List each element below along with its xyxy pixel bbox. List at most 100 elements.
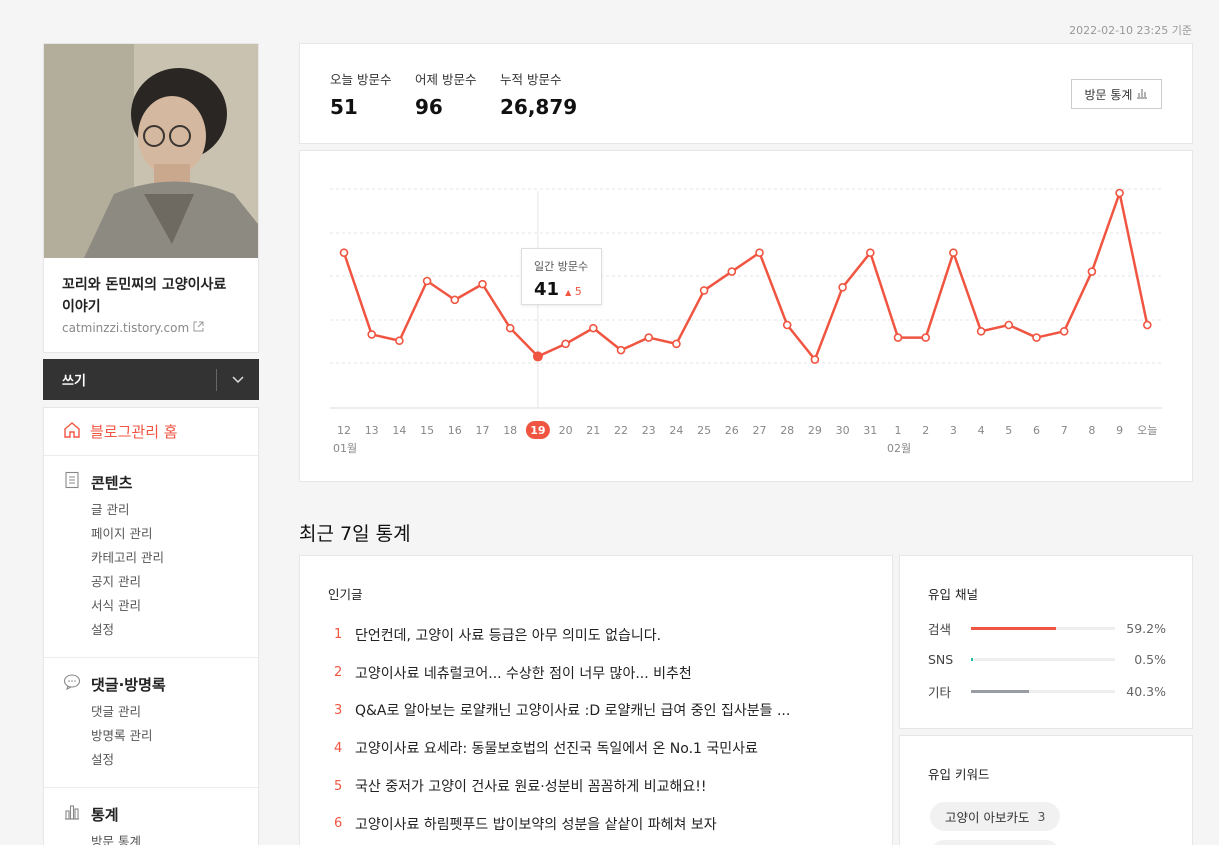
list-item[interactable]: 6 고양이사료 하림펫푸드 밥이보약의 성분을 샅샅이 파헤쳐 보자 xyxy=(328,805,872,843)
inflow-pct: 0.5% xyxy=(1134,651,1166,667)
tooltip-delta-value: 5 xyxy=(574,285,582,298)
keyword-count: 3 xyxy=(1037,809,1046,824)
popular-posts-list: 1 단언컨데, 고양이 사료 등급은 아무 의미도 없습니다. 2 고양이사료 네츄… xyxy=(328,616,872,843)
sidebar-item-notices[interactable]: 공지 관리 xyxy=(63,570,258,594)
post-title[interactable]: 고양이사료 하림펫푸드 밥이보약의 성분을 샅샅이 파헤쳐 보자 xyxy=(355,814,717,834)
post-rank: 3 xyxy=(334,702,343,718)
chart-tick-label: 14 xyxy=(392,424,406,437)
tooltip-delta: ▲ 5 xyxy=(565,285,582,298)
chart-tick-label: 오늘 xyxy=(1137,424,1157,437)
visit-chart-card: 12 13 14 15 16 17 18 19 20 21 22 23 24 25 26 27 28 29 30 31… xyxy=(299,150,1193,482)
inflow-row-sns: SNS 0.5% xyxy=(928,649,1166,669)
write-button[interactable]: 쓰기 xyxy=(43,370,216,389)
list-item[interactable]: 3 Q&A로 알아보는 로얄캐닌 고양이사료 :D 로얄캐닌 급여 중인 집사분들… xyxy=(328,692,872,730)
chart-tick-label: 6 xyxy=(1033,424,1040,437)
blog-url-text[interactable]: catminzzi.tistory.com xyxy=(62,321,189,335)
chart-tick-label: 30 xyxy=(836,424,850,437)
post-title[interactable]: 고양이사료 네츄럴코어... 수상한 점이 너무 많아... 비추천 xyxy=(355,663,692,683)
profile-photo[interactable] xyxy=(44,44,258,258)
chart-tick-label: 26 xyxy=(725,424,739,437)
sidebar-section-comments: 댓글·방명록 댓글 관리 방명록 관리 설정 xyxy=(44,658,258,788)
post-rank: 5 xyxy=(334,778,343,794)
chart-point xyxy=(450,295,460,305)
speech-bubble-icon xyxy=(63,673,81,695)
chart-point xyxy=(727,267,737,276)
chevron-down-icon[interactable] xyxy=(217,375,259,384)
chart-point xyxy=(561,339,570,349)
chart-point xyxy=(1087,267,1097,276)
visit-stats-button[interactable]: 방문 통계 xyxy=(1071,79,1162,109)
chart-point xyxy=(478,279,487,289)
post-rank: 6 xyxy=(334,816,343,832)
chart-tick-label: 5 xyxy=(1005,424,1012,437)
inflow-bar-fill xyxy=(971,657,973,661)
sidebar-section-title[interactable]: 콘텐츠 xyxy=(91,472,132,493)
sidebar-item-comments[interactable]: 댓글 관리 xyxy=(63,700,258,724)
sidebar-section-title[interactable]: 통계 xyxy=(91,804,119,825)
sidebar-item-content-settings[interactable]: 설정 xyxy=(63,618,258,642)
post-rank: 2 xyxy=(334,665,343,681)
timestamp: 2022-02-10 23:25 기준 xyxy=(1069,24,1192,37)
sidebar-item-comment-settings[interactable]: 설정 xyxy=(63,748,258,772)
stat-total-label: 누적 방문수 xyxy=(500,72,562,87)
sidebar-item-visit-stats[interactable]: 방문 통계 xyxy=(63,830,258,845)
list-item[interactable]: 1 단언컨데, 고양이 사료 등급은 아무 의미도 없습니다. xyxy=(328,616,872,654)
document-icon xyxy=(63,471,81,493)
stat-today-label: 오늘 방문수 xyxy=(330,72,392,87)
post-title[interactable]: 단언컨데, 고양이 사료 등급은 아무 의미도 없습니다. xyxy=(355,625,661,645)
keyword-chip[interactable]: 고양이 아보카도 3 xyxy=(930,802,1061,831)
up-arrow-icon: ▲ xyxy=(565,288,572,297)
profile-card: 꼬리와 돈민찌의 고양이사료 이야기 catminzzi.tistory.com xyxy=(43,43,259,353)
sidebar-section-title[interactable]: 댓글·방명록 xyxy=(91,674,166,695)
chart-tick-label: 12 xyxy=(337,424,351,437)
chart-month-label: 01월 xyxy=(333,442,357,455)
list-item[interactable]: 5 국산 중저가 고양이 건사료 원료·성분비 꼼꼼하게 비교해요!! xyxy=(328,767,872,805)
sidebar-section-stats: 통계 방문 통계 xyxy=(44,788,258,845)
popular-posts-card: 인기글 1 단언컨데, 고양이 사료 등급은 아무 의미도 없습니다. 2 고양이사… xyxy=(299,555,893,845)
chart-point xyxy=(755,248,764,258)
bar-chart-icon xyxy=(63,803,81,825)
visit-stats-button-label: 방문 통계 xyxy=(1084,87,1133,102)
inflow-bar-track xyxy=(971,626,1115,630)
chart-point xyxy=(1004,320,1014,330)
sidebar-item-home[interactable]: 블로그관리 홈 xyxy=(44,408,258,456)
chart-point xyxy=(672,339,681,349)
inflow-keyword-title: 유입 키워드 xyxy=(928,767,990,782)
keyword-chip[interactable] xyxy=(930,840,1060,845)
list-item[interactable]: 4 고양이사료 요세라: 동물보호법의 선진국 독일에서 온 No.1 국민사료 xyxy=(328,729,872,767)
sidebar-item-posts[interactable]: 글 관리 xyxy=(63,498,258,522)
tooltip-label: 일간 방문수 xyxy=(534,260,589,273)
stat-today: 오늘 방문수 51 xyxy=(330,69,391,119)
chart-tick-label: 9 xyxy=(1116,424,1123,437)
inflow-channel-card: 유입 채널 검색 59.2% SNS 0.5% 기타 40.3% xyxy=(899,555,1193,729)
post-title[interactable]: 국산 중저가 고양이 건사료 원료·성분비 꼼꼼하게 비교해요!! xyxy=(355,776,707,796)
post-rank: 4 xyxy=(334,740,343,756)
chart-point xyxy=(505,323,515,333)
chart-tick-label: 22 xyxy=(614,424,628,437)
inflow-name: 기타 xyxy=(928,684,952,700)
chart-tick-label: 17 xyxy=(476,424,490,437)
chart-point xyxy=(616,345,626,355)
chart-tick-label: 2 xyxy=(922,424,929,437)
sidebar-item-categories[interactable]: 카테고리 관리 xyxy=(63,546,258,570)
inflow-bar-track xyxy=(971,689,1115,693)
chart-tick-label: 27 xyxy=(753,424,767,437)
chart-point xyxy=(1032,333,1041,342)
chart-tick-label: 15 xyxy=(420,424,434,437)
blog-url-link[interactable]: catminzzi.tistory.com xyxy=(62,321,204,335)
post-title[interactable]: 고양이사료 요세라: 동물보호법의 선진국 독일에서 온 No.1 국민사료 xyxy=(355,738,758,758)
home-icon xyxy=(63,421,81,443)
sidebar-item-templates[interactable]: 서식 관리 xyxy=(63,594,258,618)
sidebar-item-guestbook[interactable]: 방명록 관리 xyxy=(63,724,258,748)
inflow-row-search: 검색 59.2% xyxy=(928,618,1166,638)
blog-title[interactable]: 꼬리와 돈민찌의 고양이사료 이야기 xyxy=(62,274,242,318)
chart-month-label: 02월 xyxy=(887,442,911,455)
stat-today-value: 51 xyxy=(330,95,358,119)
chart-point xyxy=(921,333,931,342)
sidebar-item-pages[interactable]: 페이지 관리 xyxy=(63,522,258,546)
chart-point xyxy=(1115,188,1124,198)
inflow-bar-fill xyxy=(971,689,1030,693)
post-title[interactable]: Q&A로 알아보는 로얄캐닌 고양이사료 :D 로얄캐닌 급여 중인 집사분들 … xyxy=(355,700,790,720)
inflow-name: SNS xyxy=(928,651,954,667)
list-item[interactable]: 2 고양이사료 네츄럴코어... 수상한 점이 너무 많아... 비추천 xyxy=(328,654,872,692)
